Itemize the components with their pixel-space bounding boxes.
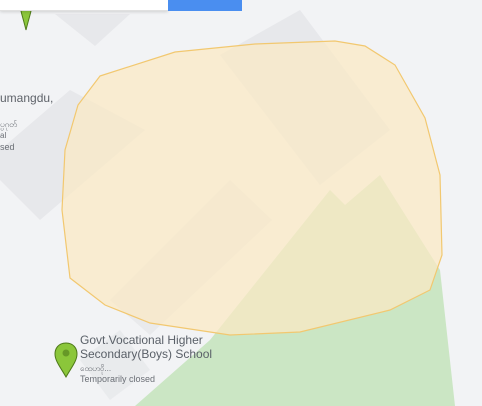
poi-name-line2[interactable]: Secondary(Boys) School [80, 347, 212, 361]
place-label-sub: al [0, 131, 7, 140]
place-label-status: sed [0, 142, 15, 152]
highlighted-area[interactable] [61, 40, 443, 336]
poi-name-line1[interactable]: Govt.Vocational Higher [80, 333, 203, 347]
search-box[interactable] [0, 0, 168, 11]
place-label-script: ပ္ပဂုတ် [0, 120, 17, 129]
map-canvas[interactable] [0, 0, 482, 406]
search-button[interactable] [168, 0, 242, 11]
place-label-name[interactable]: umangdu, [0, 91, 53, 105]
poi-status: Temporarily closed [80, 374, 156, 384]
